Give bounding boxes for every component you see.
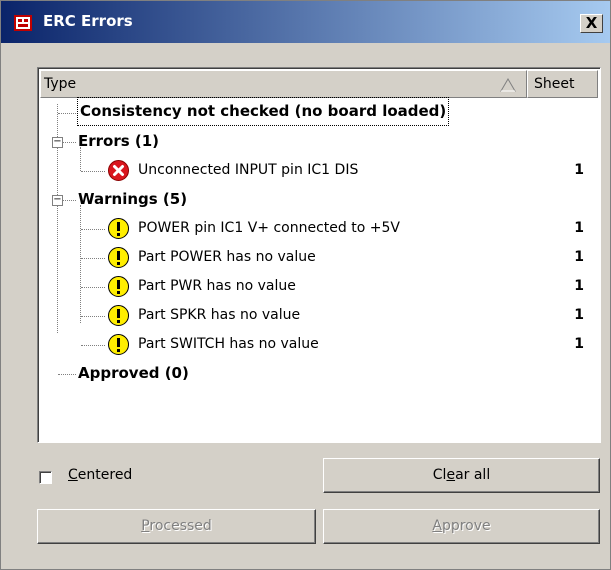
warning-item-sheet: 1 bbox=[574, 249, 584, 265]
tree-line bbox=[81, 287, 105, 288]
tree-line bbox=[62, 142, 76, 143]
column-header-sheet[interactable]: Sheet bbox=[527, 70, 598, 98]
erc-list-view[interactable]: Type Sheet Consistency not checked (no b… bbox=[37, 67, 601, 443]
processed-label-post: rocessed bbox=[149, 518, 212, 534]
warning-item[interactable]: Part POWER has no value 1 bbox=[108, 243, 598, 272]
approved-group[interactable]: Approved (0) bbox=[78, 359, 189, 388]
warning-item-text: Part PWR has no value bbox=[138, 278, 296, 294]
tree-line bbox=[62, 200, 76, 201]
warning-item-text: POWER pin IC1 V+ connected to +5V bbox=[138, 220, 400, 236]
approve-button[interactable]: Approve bbox=[323, 509, 600, 544]
tree-line bbox=[81, 316, 105, 317]
tree-line bbox=[81, 258, 105, 259]
warning-item-sheet: 1 bbox=[574, 278, 584, 294]
clear-all-button[interactable]: Clear all bbox=[323, 458, 600, 493]
warning-item[interactable]: Part SWITCH has no value 1 bbox=[108, 330, 598, 359]
erc-errors-dialog: ERC Errors X Type Sheet Consistency not … bbox=[0, 0, 611, 570]
warning-item[interactable]: Part PWR has no value 1 bbox=[108, 272, 598, 301]
consistency-label: Consistency not checked (no board loaded… bbox=[80, 102, 447, 120]
clear-all-label-pre: Cl bbox=[432, 467, 447, 483]
tree-line bbox=[81, 345, 105, 346]
column-header-sheet-label: Sheet bbox=[534, 76, 575, 92]
warning-item-sheet: 1 bbox=[574, 220, 584, 236]
warning-item-text: Part SWITCH has no value bbox=[138, 336, 319, 352]
centered-label[interactable]: Centered bbox=[68, 467, 132, 483]
tree-line bbox=[58, 113, 76, 114]
tree-line bbox=[81, 229, 105, 230]
tree-line bbox=[58, 374, 76, 375]
warnings-group[interactable]: Warnings (5) bbox=[78, 185, 187, 214]
warning-icon bbox=[108, 276, 129, 297]
collapse-warnings-icon[interactable]: − bbox=[52, 195, 63, 206]
tree-line bbox=[80, 205, 81, 323]
error-item[interactable]: Unconnected INPUT pin IC1 DIS 1 bbox=[108, 156, 598, 185]
warning-item-text: Part SPKR has no value bbox=[138, 307, 301, 323]
warning-item[interactable]: POWER pin IC1 V+ connected to +5V 1 bbox=[108, 214, 598, 243]
consistency-item[interactable]: Consistency not checked (no board loaded… bbox=[76, 97, 450, 126]
warning-icon bbox=[108, 305, 129, 326]
warnings-group-label: Warnings (5) bbox=[78, 190, 188, 208]
errors-group[interactable]: Errors (1) bbox=[78, 127, 159, 156]
tree-line bbox=[81, 171, 105, 172]
clear-all-label-post: ar all bbox=[455, 467, 491, 483]
approved-group-label: Approved (0) bbox=[78, 364, 189, 382]
centered-mnemonic: C bbox=[68, 467, 78, 483]
approve-mnemonic: A bbox=[432, 518, 442, 534]
centered-checkbox[interactable] bbox=[39, 471, 52, 484]
erc-app-icon bbox=[14, 15, 32, 31]
error-item-sheet: 1 bbox=[574, 162, 584, 178]
error-icon bbox=[108, 160, 129, 181]
warning-item[interactable]: Part SPKR has no value 1 bbox=[108, 301, 598, 330]
close-button[interactable]: X bbox=[580, 14, 603, 33]
sort-ascending-icon bbox=[500, 78, 516, 92]
processed-button[interactable]: Processed bbox=[37, 509, 316, 544]
warning-icon bbox=[108, 334, 129, 355]
window-title: ERC Errors bbox=[43, 12, 133, 30]
column-header-type-label: Type bbox=[44, 76, 77, 92]
title-bar[interactable]: ERC Errors X bbox=[1, 1, 610, 43]
errors-group-label: Errors (1) bbox=[78, 132, 160, 150]
warning-item-sheet: 1 bbox=[574, 307, 584, 323]
warning-item-sheet: 1 bbox=[574, 336, 584, 352]
close-icon: X bbox=[585, 14, 598, 32]
warning-item-text: Part POWER has no value bbox=[138, 249, 316, 265]
centered-label-post: entered bbox=[77, 467, 133, 483]
column-header-type[interactable]: Type bbox=[40, 70, 527, 98]
warning-icon bbox=[108, 247, 129, 268]
clear-all-mnemonic: e bbox=[446, 467, 456, 483]
approve-label-post: pprove bbox=[441, 518, 491, 534]
warning-icon bbox=[108, 218, 129, 239]
error-item-text: Unconnected INPUT pin IC1 DIS bbox=[138, 162, 359, 178]
collapse-errors-icon[interactable]: − bbox=[52, 137, 63, 148]
